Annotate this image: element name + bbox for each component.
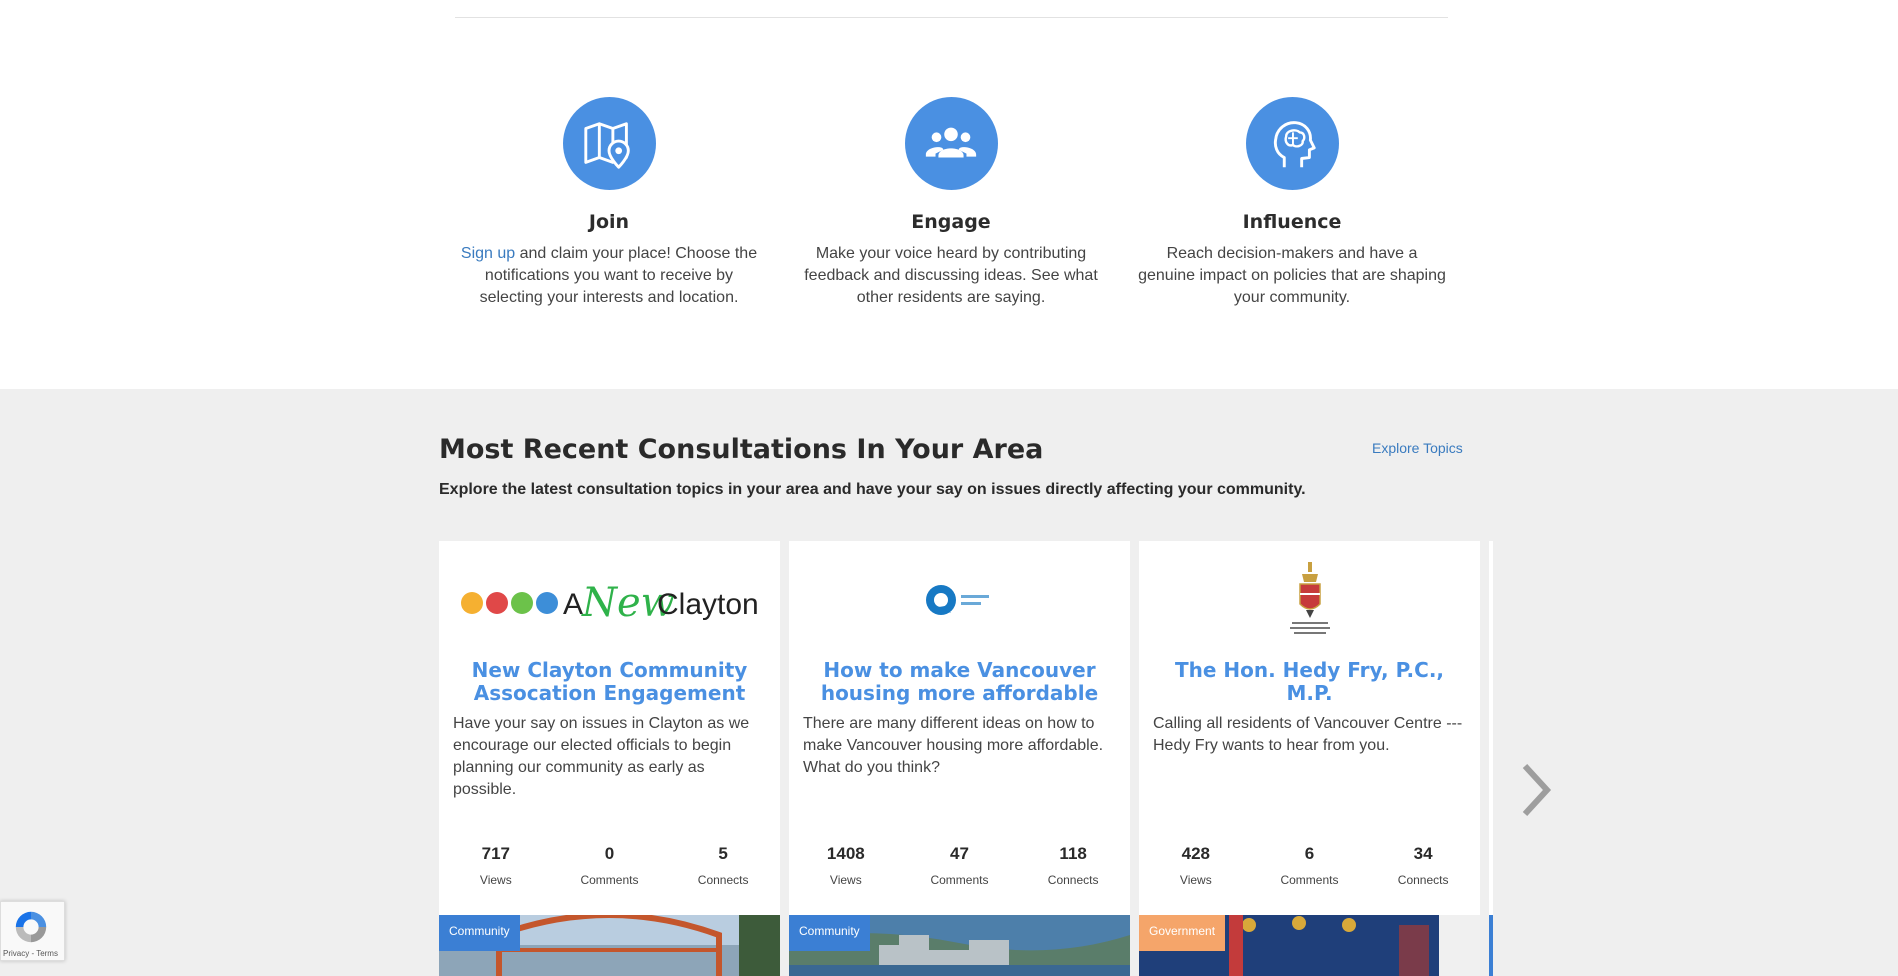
- views-label: Views: [829, 873, 862, 887]
- comments-label: Comments: [930, 873, 989, 887]
- comments-count: 0: [604, 844, 615, 863]
- card-title[interactable]: New Clayton Community Assocation Engagem…: [439, 659, 780, 705]
- comments-label: Comments: [580, 873, 639, 887]
- sign-up-link[interactable]: Sign up: [461, 245, 515, 262]
- connects-label: Connects: [697, 873, 749, 887]
- consultation-card[interactable]: The Hon. Hedy Fry, P.C., M.P. Calling al…: [1139, 541, 1480, 976]
- card-stats: 717 Views 0 Comments 5 Connects: [439, 844, 780, 887]
- connects-count: 5: [718, 844, 728, 863]
- feature-influence: Influence Reach decision-makers and have…: [1132, 97, 1452, 309]
- feature-description: Make your voice heard by contributing fe…: [804, 245, 1098, 306]
- recaptcha-badge[interactable]: Privacy - Terms: [0, 901, 65, 961]
- recaptcha-icon: [15, 911, 47, 943]
- feature-title: Engage: [911, 211, 991, 233]
- card-stats: 428 Views 6 Comments 34 Connects: [1139, 844, 1480, 887]
- connects-count: 34: [1413, 844, 1433, 863]
- svg-text:Clayton: Clayton: [657, 588, 759, 621]
- section-subtitle: Explore the latest consultation topics i…: [439, 481, 1306, 498]
- card-title[interactable]: The Hon. Hedy Fry, P.C., M.P.: [1139, 659, 1480, 705]
- card-stats: 1408 Views 47 Comments 118 Connects: [789, 844, 1130, 887]
- comments-count: 6: [1304, 844, 1315, 863]
- category-badge: Government: [1139, 915, 1226, 951]
- next-card-peek: [1489, 541, 1493, 976]
- features-section: Join Sign up and claim your place! Choos…: [0, 0, 1898, 389]
- map-pin-icon: [562, 97, 656, 190]
- section-title: Most Recent Consultations In Your Area: [439, 434, 1044, 465]
- people-icon: [904, 97, 998, 190]
- feature-title: Join: [588, 211, 630, 233]
- feature-description: Reach decision-makers and have a genuine…: [1138, 245, 1446, 306]
- speech-bubble-logo-icon: [925, 585, 989, 615]
- consultation-card[interactable]: A New Clayton New Clayton Community Asso…: [439, 541, 780, 976]
- svg-text:A: A: [563, 588, 583, 621]
- connects-label: Connects: [1047, 873, 1099, 887]
- views-count: 1408: [826, 844, 865, 863]
- card-logo: [789, 541, 1130, 659]
- feature-title: Influence: [1242, 211, 1342, 233]
- feature-engage: Engage Make your voice heard by contribu…: [791, 97, 1111, 309]
- carousel-next-chevron-icon[interactable]: [1517, 760, 1557, 820]
- card-title[interactable]: How to make Vancouver housing more affor…: [789, 659, 1130, 705]
- card-logo: [1139, 541, 1480, 659]
- recent-consultations-section: Most Recent Consultations In Your Area E…: [0, 389, 1898, 976]
- divider: [455, 17, 1448, 18]
- clayton-logo-icon: A New Clayton: [460, 580, 759, 626]
- category-badge: Community: [789, 915, 870, 951]
- brain-head-icon: [1245, 97, 1339, 190]
- comments-label: Comments: [1280, 873, 1339, 887]
- recaptcha-links[interactable]: Privacy - Terms: [3, 949, 58, 958]
- views-count: 428: [1181, 844, 1211, 863]
- card-logo: A New Clayton: [439, 541, 780, 659]
- explore-topics-link[interactable]: Explore Topics: [1372, 440, 1463, 456]
- connects-count: 118: [1059, 844, 1087, 863]
- feature-description: Sign up and claim your place! Choose the…: [460, 245, 758, 306]
- category-badge: Community: [439, 915, 520, 951]
- comments-count: 47: [950, 844, 969, 863]
- card-description: There are many different ideas on how to…: [803, 715, 1104, 776]
- views-label: Views: [1179, 873, 1212, 887]
- card-description: Calling all residents of Vancouver Centr…: [1153, 715, 1463, 754]
- consultation-card[interactable]: How to make Vancouver housing more affor…: [789, 541, 1130, 976]
- card-description: Have your say on issues in Clayton as we…: [453, 715, 750, 798]
- parliament-crest-icon: [1289, 562, 1330, 634]
- views-label: Views: [479, 873, 512, 887]
- connects-label: Connects: [1397, 873, 1449, 887]
- feature-join: Join Sign up and claim your place! Choos…: [449, 97, 769, 309]
- views-count: 717: [481, 844, 511, 863]
